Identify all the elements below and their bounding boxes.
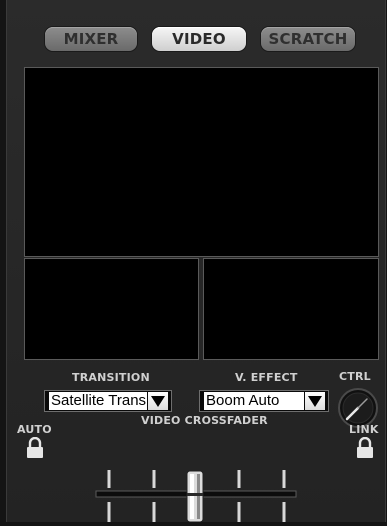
left-deck-video-preview [24,258,199,360]
link-label: LINK [349,423,379,436]
ctrl-label: CTRL [339,370,371,383]
right-deck-video-preview [203,258,379,360]
master-video-preview [24,67,379,257]
crossfader-handle [186,470,204,523]
transition-select[interactable]: Satellite Transition [44,390,172,412]
video-crossfader-label: VIDEO CROSSFADER [141,414,268,427]
transition-value: Satellite Transition [49,392,147,410]
video-effect-select[interactable]: Boom Auto [199,390,329,412]
video-crossfader[interactable] [92,438,300,523]
tab-mixer[interactable]: MIXER [45,27,137,51]
video-effect-value: Boom Auto [204,392,304,410]
tab-video[interactable]: VIDEO [152,27,246,51]
lock-icon[interactable] [356,436,374,459]
chevron-down-icon[interactable] [305,392,325,410]
lock-icon[interactable] [26,436,44,459]
chevron-down-icon[interactable] [148,392,168,410]
tab-scratch[interactable]: SCRATCH [261,27,355,51]
video-effect-label: V. EFFECT [235,371,298,384]
auto-label: AUTO [17,423,52,436]
transition-label: TRANSITION [72,371,150,384]
